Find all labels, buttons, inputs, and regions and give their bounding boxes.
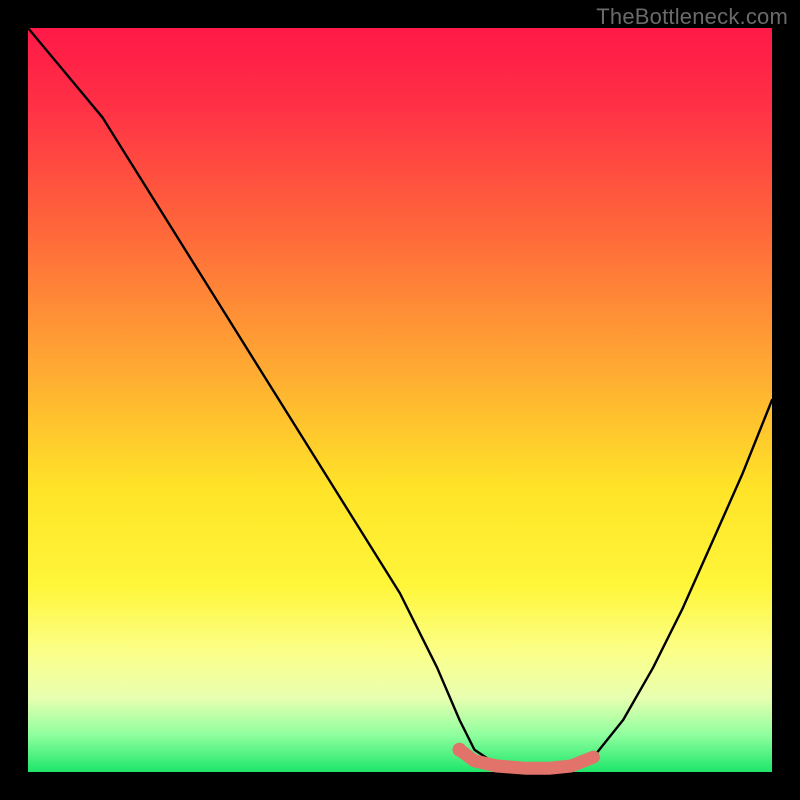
chart-frame: TheBottleneck.com: [0, 0, 800, 800]
bottleneck-curve: [28, 28, 772, 772]
flat-region-start-dot: [453, 743, 467, 757]
plot-area: [28, 28, 772, 772]
watermark-text: TheBottleneck.com: [596, 4, 788, 30]
curve-svg: [28, 28, 772, 772]
